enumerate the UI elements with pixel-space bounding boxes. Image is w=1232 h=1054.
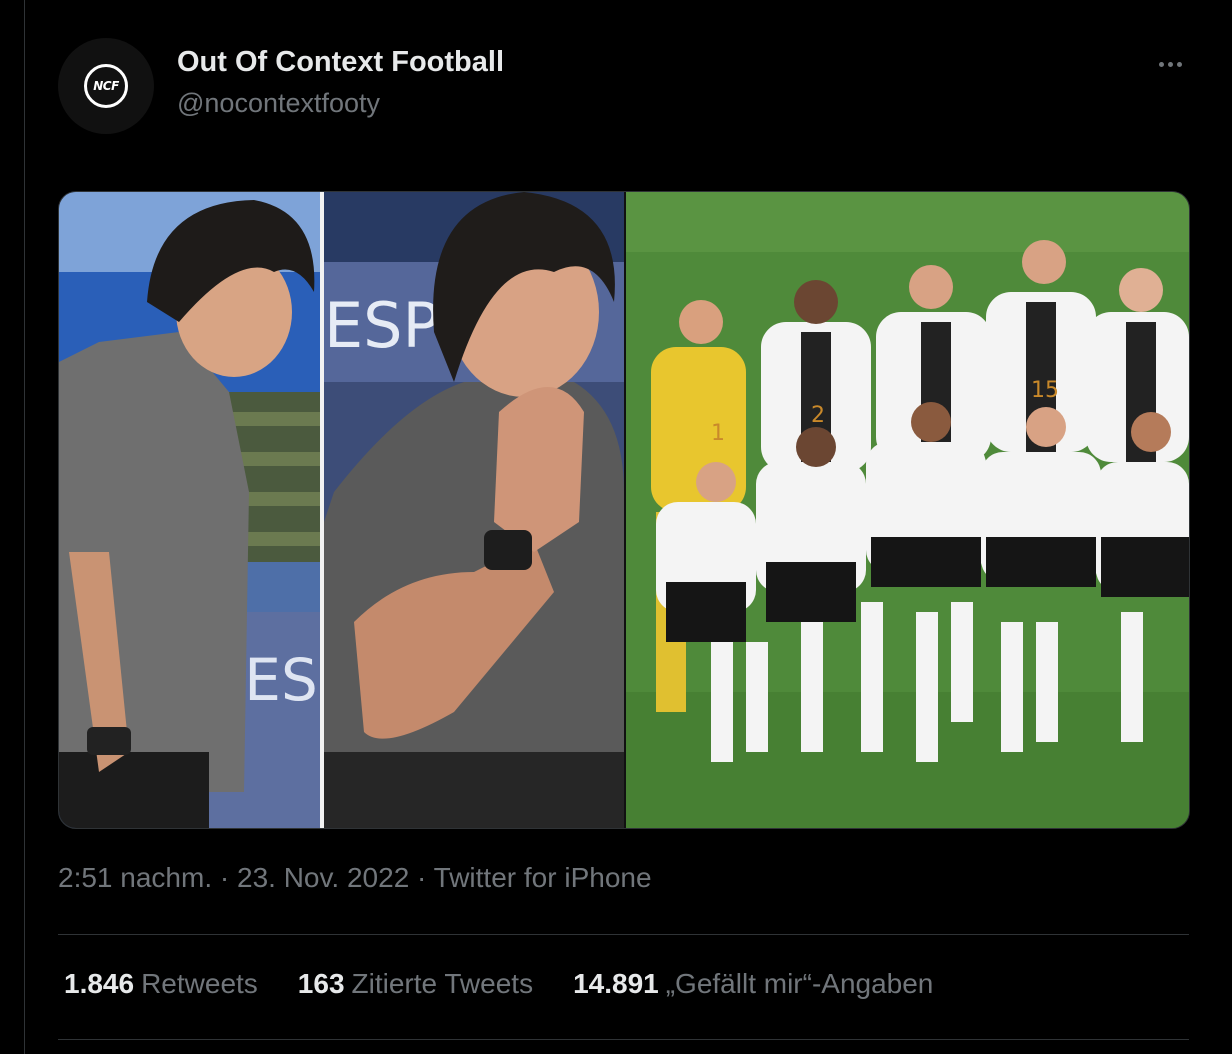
more-options-icon[interactable] (1150, 48, 1190, 80)
tweet-stats: 1.846 Retweets 163 Zitierte Tweets 14.89… (64, 968, 933, 1000)
tweet-date[interactable]: 23. Nov. 2022 (237, 862, 409, 893)
author-avatar[interactable]: NCF (58, 38, 154, 134)
ncf-logo: NCF (84, 64, 128, 108)
tweet-time[interactable]: 2:51 nachm. (58, 862, 212, 893)
retweets-label: Retweets (141, 968, 258, 999)
likes-label: „Gefällt mir“-Angaben (665, 968, 934, 999)
likes-stat[interactable]: 14.891 „Gefällt mir“-Angaben (573, 968, 933, 1000)
retweets-stat[interactable]: 1.846 Retweets (64, 968, 258, 1000)
panel2-sign-text: ESP (324, 289, 440, 362)
quote-tweets-label: Zitierte Tweets (351, 968, 534, 999)
player-number-2: 2 (811, 403, 825, 428)
quote-tweets-count: 163 (297, 968, 345, 999)
quote-tweets-stat[interactable]: 163 Zitierte Tweets (298, 968, 533, 1000)
media-panel-coach-standing: RESI (59, 192, 320, 828)
retweets-count: 1.846 (64, 968, 135, 999)
tweet-media[interactable]: RESI ESP (58, 191, 1190, 829)
timestamp-separator: · (417, 862, 427, 893)
likes-count: 14.891 (573, 968, 659, 999)
keeper-number: 1 (711, 421, 725, 446)
author-name[interactable]: Out Of Context Football (177, 46, 504, 79)
author-handle[interactable]: @nocontextfooty (177, 88, 380, 119)
stats-top-divider (58, 934, 1189, 935)
timeline-column-border (24, 0, 25, 1054)
stats-bottom-divider (58, 1039, 1189, 1040)
media-panel-coach-hand-mouth: ESP (324, 192, 624, 828)
tweet-source[interactable]: Twitter for iPhone (434, 862, 652, 893)
player-number-15: 15 (1031, 378, 1059, 403)
media-panel-team-photo: 1 2 15 (626, 192, 1189, 828)
timestamp-separator: · (219, 862, 230, 893)
tweet-timestamp[interactable]: 2:51 nachm. · 23. Nov. 2022 · Twitter fo… (58, 862, 652, 894)
